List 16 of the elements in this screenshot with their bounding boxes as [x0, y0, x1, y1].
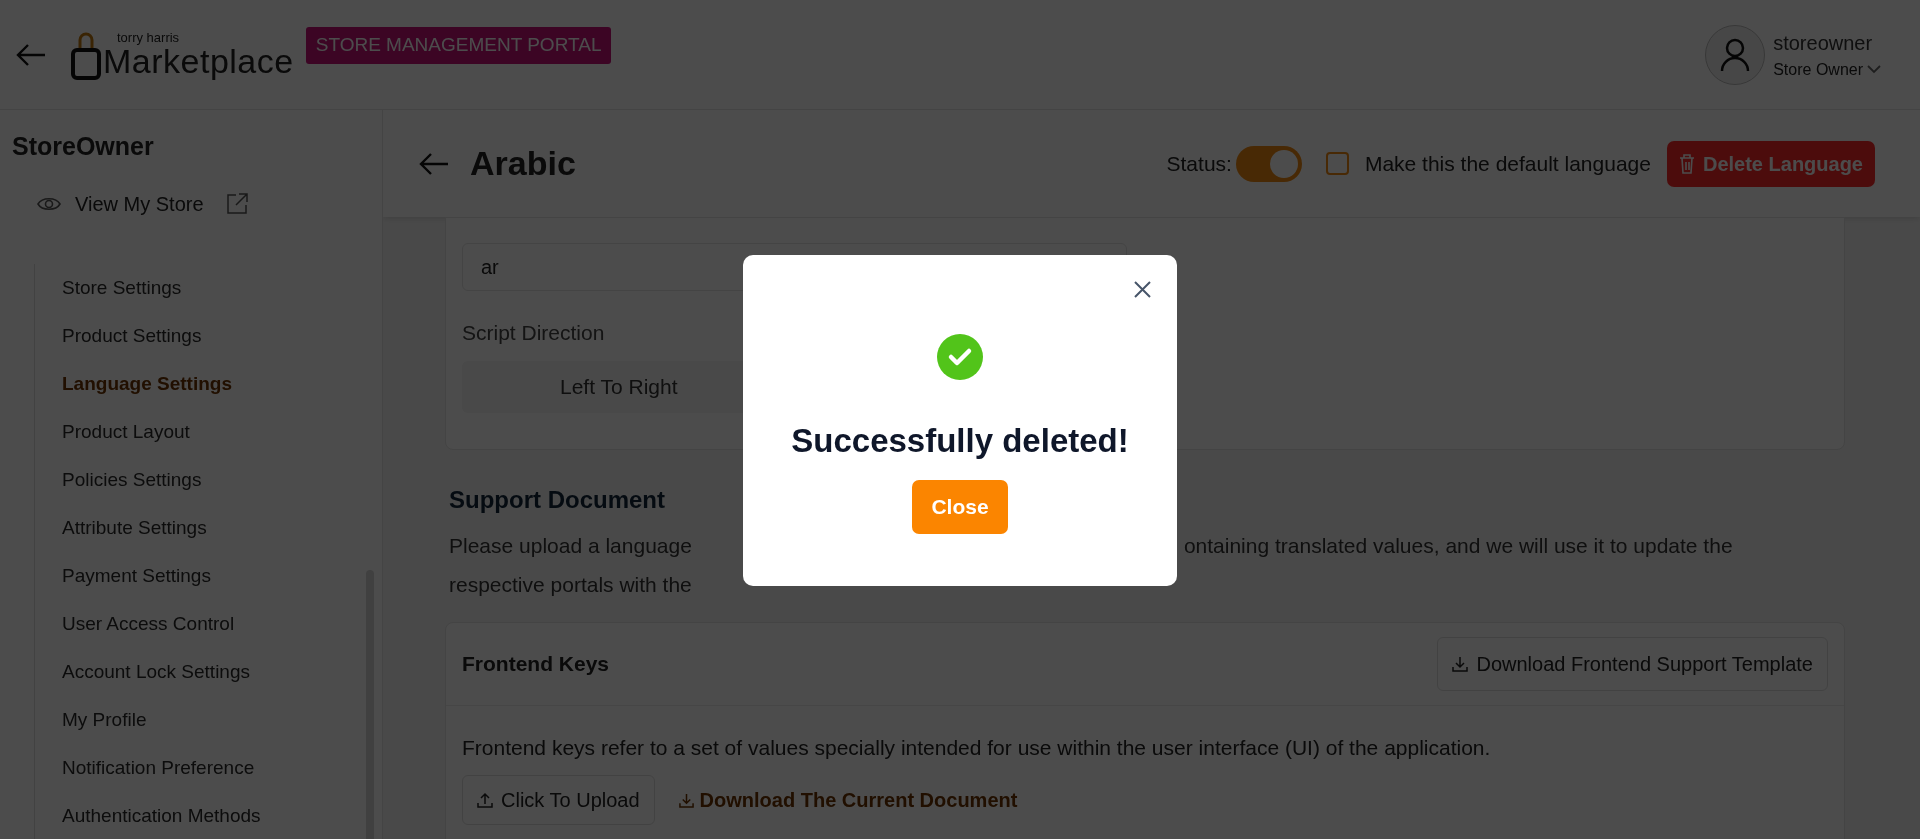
card-title: Frontend Keys: [462, 650, 610, 677]
dialog-message: Successfully deleted!: [791, 421, 1129, 461]
user-name: storeowner: [1773, 30, 1874, 56]
card-description: Frontend keys refer to a set of values specially intended for use within the user interface (UI) of the application.: [462, 734, 1492, 761]
description-text: Please upload a language: [449, 532, 692, 559]
description-text: ontaining translated values, and we will use it to update the: [1183, 532, 1733, 559]
description-text: respective portals with the: [449, 572, 692, 596]
section-heading: Support Document: [449, 484, 665, 515]
logo-tagline: torry harris: [117, 30, 181, 44]
script-direction-label: Script Direction: [462, 320, 606, 346]
page-title: Arabic: [470, 143, 576, 184]
close-button[interactable]: Close: [912, 479, 1008, 534]
success-check-icon: [937, 334, 983, 380]
sidebar-title: StoreOwner: [11, 131, 155, 162]
status-label: Status:: [1166, 150, 1232, 177]
close-icon[interactable]: [1134, 281, 1151, 298]
